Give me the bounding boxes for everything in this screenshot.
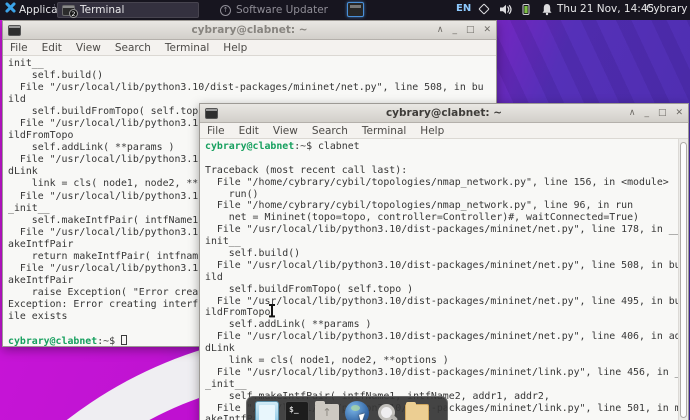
terminal-line: File "/usr/local/lib/python3.10/dist-pac… bbox=[205, 331, 678, 343]
search-icon[interactable] bbox=[375, 401, 399, 420]
scrollbar-thumb[interactable] bbox=[680, 142, 687, 418]
terminal-line: self.addLink( **params ) bbox=[205, 319, 678, 331]
dock: $_ ↑ bbox=[246, 396, 448, 420]
maximize-button[interactable]: □ bbox=[466, 25, 475, 35]
titlebar[interactable]: cybrary@clabnet: ~ ∧ _ □ ✕ bbox=[3, 21, 496, 40]
terminal-line: run() bbox=[205, 189, 678, 201]
mouse-ibeam-cursor bbox=[268, 304, 276, 317]
command-text: clabnet bbox=[318, 141, 360, 152]
terminal-window-front: cybrary@clabnet: ~ ∧ _ □ ✕ FileEditViewS… bbox=[199, 103, 689, 420]
close-button[interactable]: ✕ bbox=[483, 25, 491, 35]
panel-separator: ⁞ bbox=[53, 3, 56, 13]
terminal-line: Traceback (most recent call last): bbox=[205, 165, 678, 177]
taskbar-item-software-updater[interactable]: ↑ Software Updater bbox=[220, 2, 346, 18]
menu-item[interactable]: Help bbox=[413, 125, 451, 137]
terminal-line: _init__ bbox=[205, 379, 678, 391]
menu-item[interactable]: View bbox=[266, 125, 305, 137]
taskbar-label: Terminal bbox=[80, 4, 124, 16]
terminal-line: File "/usr/local/lib/python3.10/dist-pac… bbox=[8, 82, 496, 94]
menu-item[interactable]: Edit bbox=[35, 42, 69, 54]
prompt-line: cybrary@clabnet:~$ clabnet bbox=[205, 141, 678, 153]
terminal-line: net = Mininet(topo=topo, controller=Cont… bbox=[205, 212, 678, 224]
prompt-suffix: :~$ bbox=[97, 336, 121, 346]
terminal-line: self.buildFromTopo( self.topo ) bbox=[205, 284, 678, 296]
shade-button[interactable]: ∧ bbox=[437, 25, 444, 35]
prompt: cybrary@clabnet bbox=[8, 336, 97, 346]
terminal-line: init__ bbox=[8, 58, 496, 70]
cursor-arrow-icon bbox=[359, 413, 367, 420]
menubar: FileEditViewSearchTerminalHelp bbox=[3, 40, 496, 56]
terminal-window-icon bbox=[205, 108, 218, 119]
taskbar-label: Software Updater bbox=[236, 4, 328, 16]
menu-item[interactable]: Terminal bbox=[355, 125, 413, 137]
close-button[interactable]: ✕ bbox=[675, 108, 683, 118]
scrollbar-track[interactable] bbox=[678, 139, 688, 420]
terminal-line: File "/home/cybrary/cybil/topologies/nma… bbox=[205, 177, 678, 189]
maximize-button[interactable]: □ bbox=[658, 108, 667, 118]
user-menu[interactable]: Cybrary Use bbox=[646, 3, 690, 15]
prompt: cybrary@clabnet bbox=[205, 141, 294, 152]
terminal-line: File "/usr/local/lib/python3.10/dist-pac… bbox=[205, 260, 678, 272]
terminal-task-icon: 2 bbox=[62, 5, 75, 16]
window-title: cybrary@clabnet: ~ bbox=[200, 107, 688, 119]
badge-count: 2 bbox=[69, 9, 78, 18]
terminal-cursor bbox=[121, 335, 127, 345]
terminal-icon[interactable]: $_ bbox=[285, 401, 309, 420]
top-panel: Applications ⁞ 2 Terminal ↑ Software Upd… bbox=[0, 0, 690, 20]
terminal-window-icon bbox=[8, 25, 21, 36]
terminal-line: File "/home/cybrary/cybil/topologies/nma… bbox=[205, 200, 678, 212]
window-title: cybrary@clabnet: ~ bbox=[3, 24, 496, 36]
menu-item[interactable]: Search bbox=[305, 125, 355, 137]
menu-item[interactable]: File bbox=[200, 125, 232, 137]
terminal-line: File "/usr/local/lib/python3.10/dist-pac… bbox=[205, 224, 678, 236]
software-updater-icon: ↑ bbox=[220, 5, 231, 16]
terminal-line: File "/usr/local/lib/python3.10/dist-pac… bbox=[205, 367, 678, 379]
minimize-button[interactable]: _ bbox=[452, 25, 457, 35]
menu-item[interactable]: Terminal bbox=[158, 42, 216, 54]
terminal-output: cybrary@clabnet:~$ clabnet Traceback (mo… bbox=[200, 139, 678, 420]
web-browser-icon[interactable] bbox=[345, 401, 369, 420]
folder-icon[interactable] bbox=[405, 404, 429, 420]
prompt-suffix: :~$ bbox=[294, 141, 318, 152]
terminal-line: dLink bbox=[205, 343, 678, 355]
pinned-terminal-icon[interactable] bbox=[347, 2, 364, 17]
terminal-line bbox=[205, 153, 678, 165]
terminal-line: self.build() bbox=[8, 70, 496, 82]
menu-item[interactable]: View bbox=[69, 42, 108, 54]
menu-item[interactable]: File bbox=[3, 42, 35, 54]
display-icon[interactable] bbox=[255, 401, 279, 420]
menu-item[interactable]: Help bbox=[216, 42, 254, 54]
terminal-line: ild bbox=[205, 272, 678, 284]
menubar: FileEditViewSearchTerminalHelp bbox=[200, 123, 688, 139]
taskbar-item-terminal[interactable]: 2 Terminal bbox=[57, 2, 199, 18]
terminal-line: self.build() bbox=[205, 248, 678, 260]
network-icon[interactable] bbox=[478, 3, 489, 14]
menu-item[interactable]: Edit bbox=[232, 125, 266, 137]
titlebar[interactable]: cybrary@clabnet: ~ ∧ _ □ ✕ bbox=[200, 104, 688, 123]
file-manager-icon[interactable]: ↑ bbox=[315, 404, 339, 420]
xfce-logo-icon bbox=[4, 5, 15, 16]
terminal-line: link = cls( node1, node2, **options ) bbox=[205, 355, 678, 367]
terminal-line: init__ bbox=[205, 236, 678, 248]
desktop: cybrary@clabnet: ~ ∧ _ □ ✕ FileEditViewS… bbox=[0, 0, 690, 420]
minimize-button[interactable]: _ bbox=[644, 108, 649, 118]
shade-button[interactable]: ∧ bbox=[629, 108, 636, 118]
clock[interactable]: Thu 21 Nov, 14:45 bbox=[557, 3, 654, 15]
menu-item[interactable]: Search bbox=[108, 42, 158, 54]
keyboard-layout-indicator[interactable]: EN bbox=[456, 3, 471, 14]
